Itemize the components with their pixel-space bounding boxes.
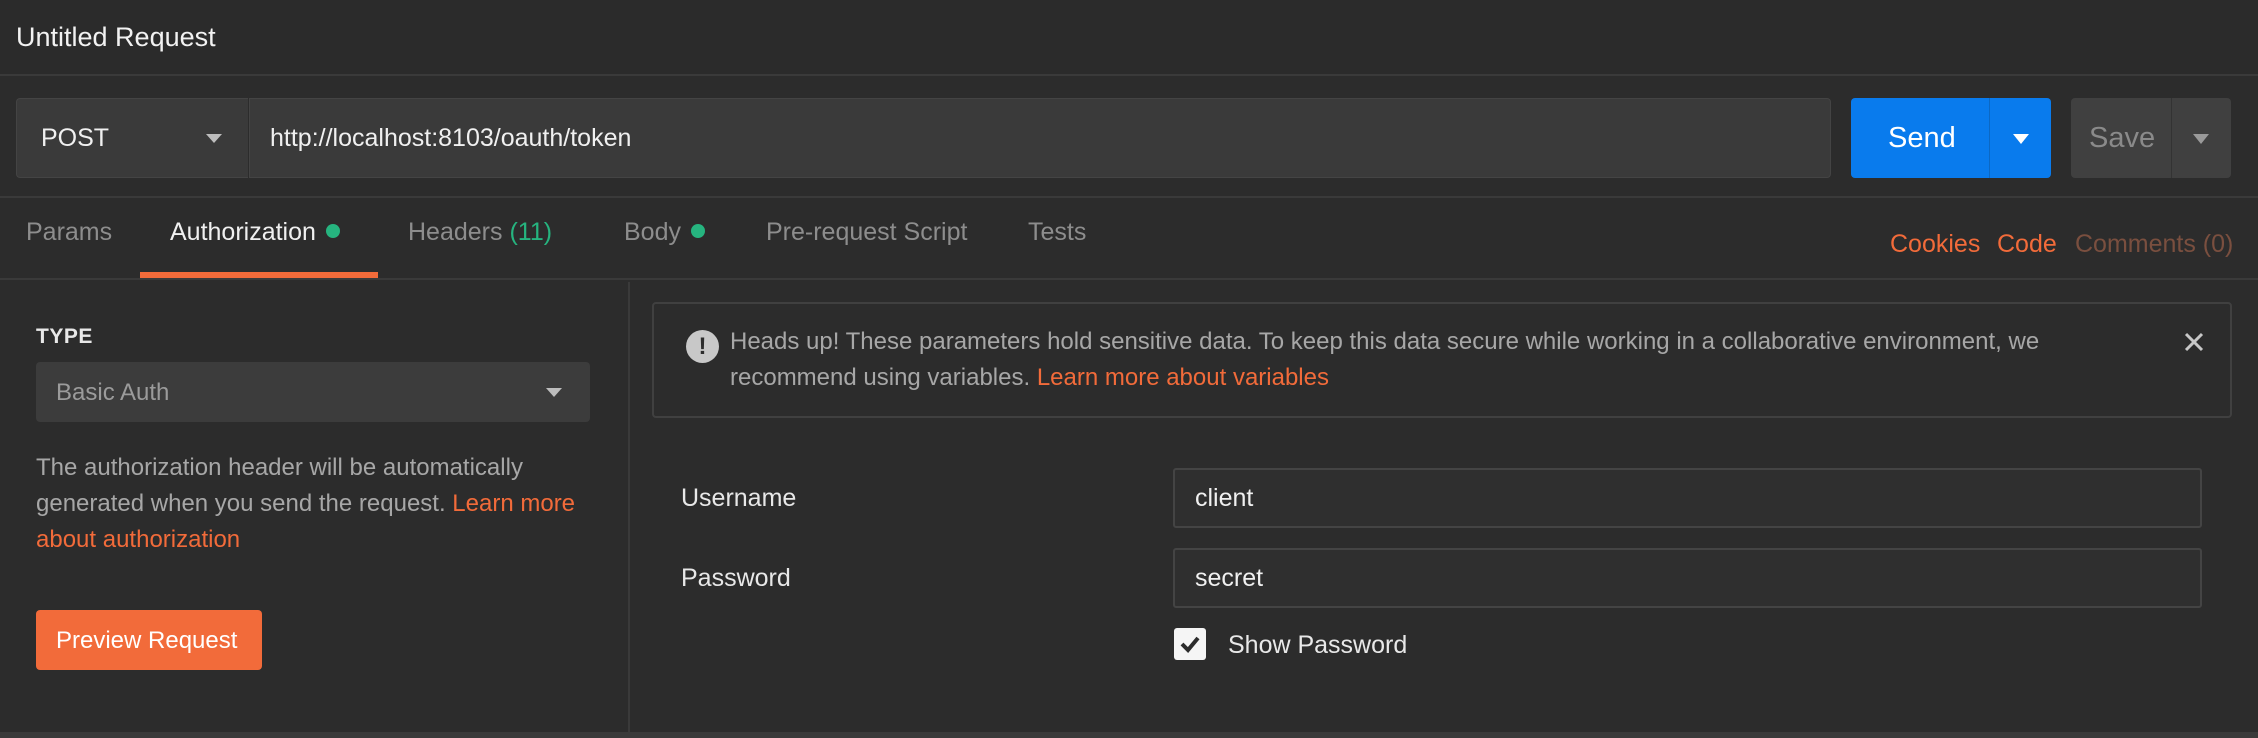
request-title[interactable]: Untitled Request [16,22,216,53]
method-select[interactable]: POST [16,98,248,178]
tab-pre-request-script[interactable]: Pre-request Script [766,198,967,280]
request-tabs: Params Authorization Headers (11) Body P… [0,198,2258,280]
tab-headers[interactable]: Headers (11) [408,198,552,280]
comments-link[interactable]: Comments (0) [2075,230,2233,259]
username-field[interactable]: client [1173,468,2202,528]
auth-help-body: The authorization header will be automat… [36,454,523,517]
code-link[interactable]: Code [1997,230,2057,259]
save-label: Save [2089,122,2156,154]
alert-text: Heads up! These parameters hold sensitiv… [730,324,2130,396]
tab-pre-request-script-label: Pre-request Script [766,218,968,246]
save-button[interactable]: Save [2071,98,2231,178]
exclamation-circle-icon: ! [686,330,719,363]
tab-params[interactable]: Params [26,198,112,280]
method-label: POST [41,124,110,152]
chevron-down-icon [206,134,222,143]
tab-headers-label: Headers [408,218,503,246]
tab-tests[interactable]: Tests [1028,198,1086,280]
request-title-bar: Untitled Request [0,0,2258,76]
send-label: Send [1888,122,1956,154]
tab-authorization-indicator-dot [325,224,340,238]
show-password-label[interactable]: Show Password [1228,631,1407,660]
tab-params-label: Params [26,218,113,246]
bottom-divider [0,732,2258,738]
close-icon[interactable] [2180,328,2208,356]
password-field[interactable]: secret [1173,548,2202,608]
auth-type-panel: TYPE Basic Auth The authorization header… [0,282,630,732]
username-label: Username [681,484,797,512]
tab-tests-label: Tests [1028,218,1087,246]
preview-request-button[interactable]: Preview Request [36,610,262,670]
send-button[interactable]: Send [1851,98,2051,178]
cookies-link[interactable]: Cookies [1890,230,1980,259]
type-heading: TYPE [36,325,93,348]
tab-body-label: Body [624,218,681,246]
auth-type-value: Basic Auth [56,379,170,406]
password-label: Password [681,564,791,592]
auth-help-text: The authorization header will be automat… [36,450,596,558]
show-password-checkbox[interactable] [1174,628,1206,660]
tab-authorization-label: Authorization [170,218,316,246]
send-divider [1989,98,1990,178]
save-options-chevron-icon[interactable] [2193,134,2209,144]
chevron-down-icon [546,388,562,397]
learn-more-variables-link[interactable]: Learn more about variables [1037,364,1329,391]
checkmark-icon [1180,636,1200,653]
tab-body-indicator-dot [690,224,705,238]
active-tab-underline [140,272,378,278]
sensitive-data-alert: ! Heads up! These parameters hold sensit… [652,302,2232,418]
preview-request-label: Preview Request [56,627,238,654]
url-bar: POST http://localhost:8103/oauth/token S… [0,76,2258,198]
url-input[interactable]: http://localhost:8103/oauth/token [249,98,1831,178]
alert-body: Heads up! These parameters hold sensitiv… [730,328,2040,391]
tab-headers-count: (11) [509,218,553,246]
send-options-chevron-icon[interactable] [2013,134,2029,144]
tab-body[interactable]: Body [624,198,705,280]
save-divider [2171,98,2172,178]
auth-type-select[interactable]: Basic Auth [36,362,590,422]
tab-authorization[interactable]: Authorization [170,198,340,280]
